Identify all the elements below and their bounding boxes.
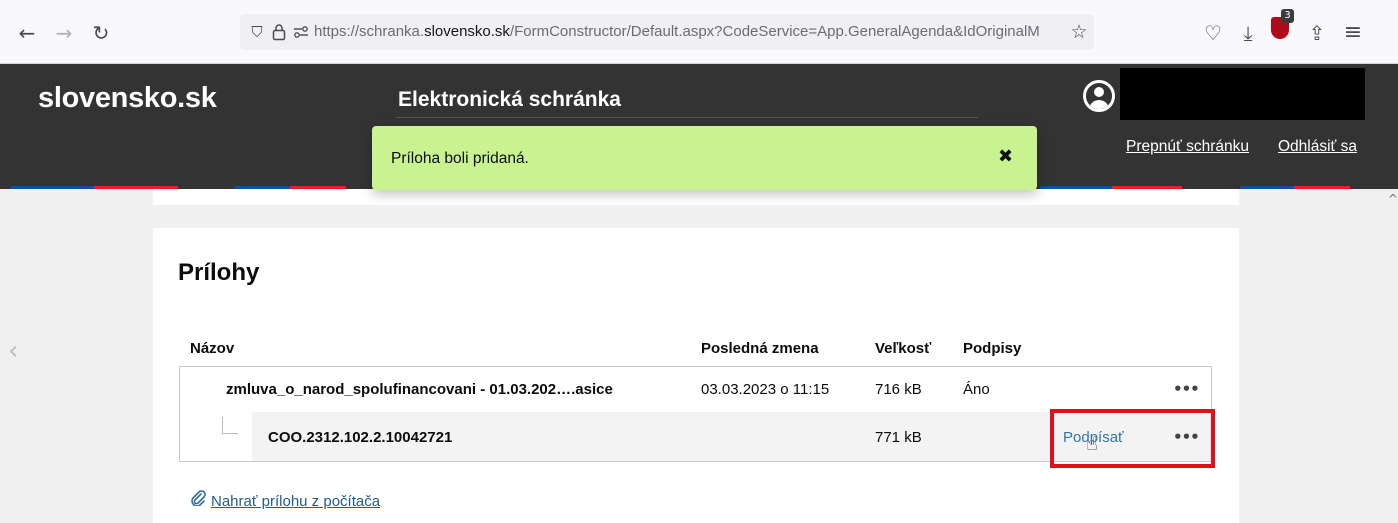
column-header-signatures: Podpisy	[963, 340, 1022, 357]
close-icon[interactable]: ✖	[998, 146, 1013, 167]
url-text[interactable]: https://schranka.slovensko.sk/FormConstr…	[314, 23, 1070, 43]
more-options-icon[interactable]: •••	[1173, 380, 1200, 398]
download-icon[interactable]: ⤓	[1235, 20, 1261, 46]
user-avatar-icon[interactable]	[1083, 80, 1115, 112]
chevron-left-icon[interactable]: ‹	[8, 336, 18, 366]
hamburger-menu-icon[interactable]: ≡	[1340, 20, 1366, 46]
redacted-username	[1120, 68, 1365, 120]
success-toast: Príloha boli pridaná. ✖	[372, 126, 1037, 190]
header-stripe	[1240, 186, 1294, 189]
back-arrow-icon[interactable]: ←	[14, 20, 40, 46]
site-permissions-icon[interactable]	[290, 20, 312, 44]
share-icon[interactable]: ⇪	[1304, 20, 1330, 46]
upload-attachment-link[interactable]: Nahrať prílohu z počítača	[211, 493, 380, 510]
scroll-up-icon[interactable]: ^	[1388, 192, 1398, 206]
column-header-modified: Posledná zmena	[701, 340, 819, 357]
attachment-signatures: Áno	[963, 381, 990, 398]
header-stripe	[1294, 186, 1350, 189]
header-stripe	[10, 186, 94, 189]
attachment-size: 716 kB	[875, 381, 922, 398]
page-sheet	[153, 189, 1239, 205]
reload-icon[interactable]: ↻	[88, 20, 114, 46]
attachment-size: 771 kB	[875, 429, 922, 446]
app-title: Elektronická schránka	[398, 88, 621, 111]
bookmark-star-icon[interactable]: ☆	[1068, 20, 1090, 44]
paperclip-icon[interactable]	[190, 490, 206, 511]
switch-mailbox-link[interactable]: Prepnúť schránku	[1126, 138, 1249, 156]
tree-connector	[222, 417, 238, 434]
shield-icon[interactable]: ⛉	[246, 20, 268, 44]
pocket-icon[interactable]: ♡	[1200, 20, 1226, 46]
forward-arrow-icon[interactable]: →	[51, 20, 77, 46]
browser-toolbar: ← → ↻ ⛉ https://schranka.slovensko.sk/Fo…	[0, 0, 1398, 64]
lock-icon[interactable]	[268, 20, 290, 44]
section-title: Prílohy	[178, 259, 260, 286]
site-logo[interactable]: slovensko.sk	[38, 82, 217, 115]
title-underline	[396, 117, 978, 118]
highlight-box	[1050, 409, 1215, 468]
column-header-size: Veľkosť	[875, 340, 932, 357]
address-bar[interactable]: ⛉ https://schranka.slovensko.sk/FormCons…	[240, 14, 1094, 50]
logout-link[interactable]: Odhlásiť sa	[1278, 138, 1357, 156]
attachment-modified: 03.03.2023 o 11:15	[701, 381, 830, 398]
column-header-name: Názov	[190, 340, 235, 357]
toast-message: Príloha boli pridaná.	[391, 150, 529, 167]
attachment-name[interactable]: COO.2312.102.2.10042721	[268, 429, 452, 446]
extension-badge: 3	[1281, 9, 1294, 23]
attachment-name[interactable]: zmluva_o_narod_spolufinancovani - 01.03.…	[226, 381, 613, 398]
